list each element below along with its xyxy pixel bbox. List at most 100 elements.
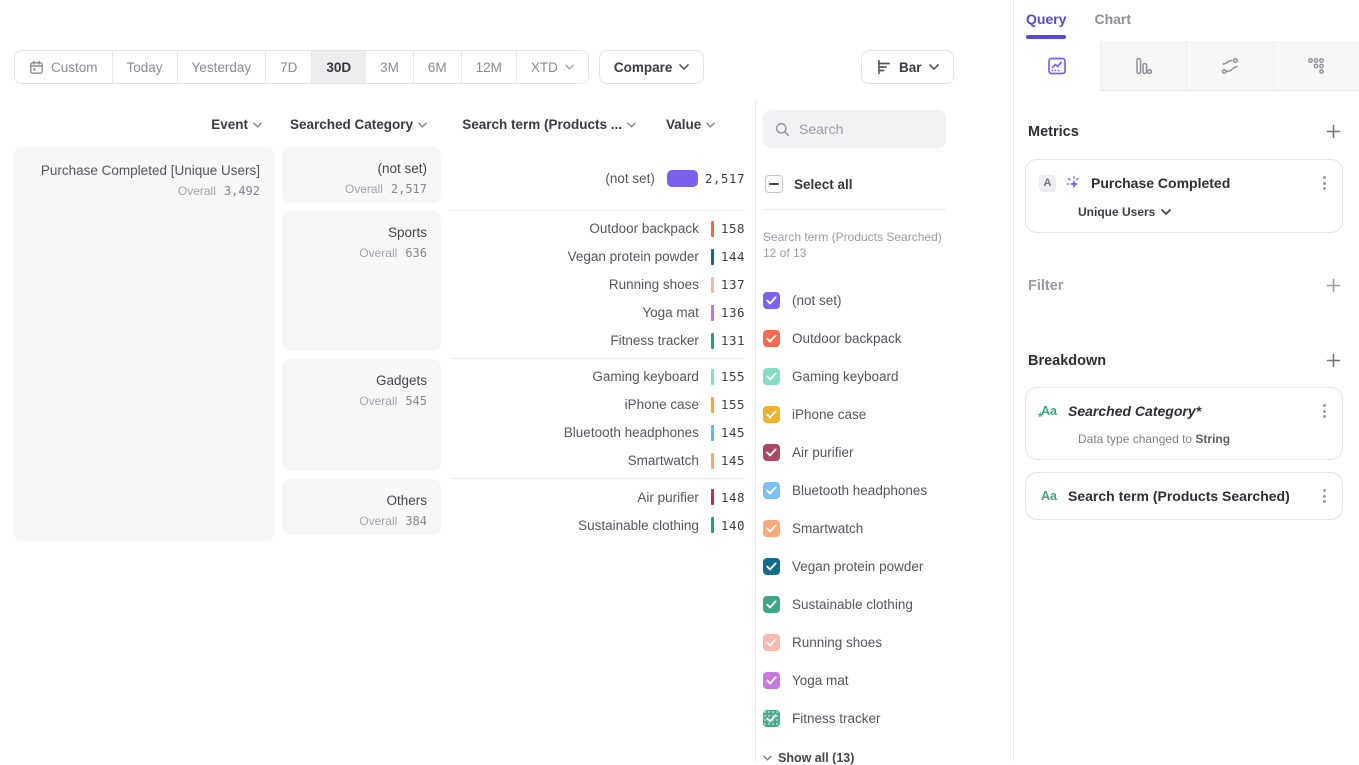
category-cell[interactable]: GadgetsOverall545 — [282, 359, 441, 471]
series-checkbox[interactable] — [763, 634, 780, 651]
breakdown-menu-button[interactable] — [1319, 401, 1330, 421]
term-label: Air purifier — [450, 490, 711, 505]
chevron-down-icon — [565, 64, 574, 70]
series-item[interactable]: Running shoes — [763, 623, 946, 661]
table-row[interactable]: Smartwatch145 — [450, 447, 745, 475]
series-label: Bluetooth headphones — [792, 483, 927, 498]
date-range-today[interactable]: Today — [113, 51, 178, 83]
table-row[interactable]: Air purifier148 — [450, 483, 745, 511]
date-range-12m[interactable]: 12M — [462, 51, 517, 83]
series-checkbox[interactable] — [763, 368, 780, 385]
series-checkbox[interactable] — [763, 444, 780, 461]
term-rows: Air purifier148Sustainable clothing140 — [450, 479, 745, 543]
measure-selector[interactable]: Unique Users — [1078, 205, 1330, 219]
table-row[interactable]: Vegan protein powder144 — [450, 243, 745, 271]
table-row[interactable]: Yoga mat136 — [450, 299, 745, 327]
check-icon — [766, 714, 777, 723]
metric-series-badge: A — [1039, 175, 1056, 192]
column-header-value[interactable]: Value — [666, 117, 715, 132]
value-bar — [711, 277, 714, 293]
breakdown-section-header: Breakdown — [1025, 351, 1343, 370]
date-range-7d[interactable]: 7D — [266, 51, 312, 83]
tab-chart[interactable]: Chart — [1094, 11, 1131, 39]
search-placeholder: Search — [799, 121, 843, 137]
check-icon — [766, 562, 777, 571]
series-checkbox[interactable] — [763, 292, 780, 309]
series-item[interactable]: Fitness tracker — [763, 699, 946, 737]
add-metric-button[interactable] — [1324, 122, 1343, 141]
series-search-input[interactable]: Search — [763, 110, 946, 148]
series-label: Smartwatch — [792, 521, 863, 536]
series-item[interactable]: Smartwatch — [763, 509, 946, 547]
series-checkbox[interactable] — [763, 482, 780, 499]
date-range-label: 3M — [380, 60, 399, 75]
chart-type-button[interactable]: Bar — [861, 50, 954, 84]
tab-flows[interactable] — [1186, 41, 1273, 91]
series-item[interactable]: (not set) — [763, 281, 946, 319]
date-range-6m[interactable]: 6M — [414, 51, 462, 83]
series-item[interactable]: Sustainable clothing — [763, 585, 946, 623]
check-icon — [766, 600, 777, 609]
breakdown-card-search-term[interactable]: Aa Search term (Products Searched) — [1025, 472, 1343, 520]
series-label: (not set) — [792, 293, 842, 308]
date-range-toolbar: CustomTodayYesterday7D30D 3M 6M12MXTD Comp… — [14, 50, 704, 84]
tab-retention[interactable] — [1273, 41, 1359, 91]
category-cell[interactable]: (not set)Overall2,517 — [282, 147, 441, 203]
category-cell[interactable]: OthersOverall384 — [282, 479, 441, 535]
category-name: Sports — [296, 225, 427, 240]
breakdown-menu-button[interactable] — [1319, 486, 1330, 506]
table-row[interactable]: Gaming keyboard155 — [450, 363, 745, 391]
series-label: Gaming keyboard — [792, 369, 899, 384]
series-item[interactable]: iPhone case — [763, 395, 946, 433]
series-item[interactable]: Yoga mat — [763, 661, 946, 699]
tab-funnels[interactable] — [1100, 41, 1187, 91]
compare-button[interactable]: Compare — [599, 50, 705, 84]
series-checkbox[interactable] — [763, 558, 780, 575]
series-checkbox[interactable] — [763, 406, 780, 423]
category-name: (not set) — [296, 161, 427, 176]
metric-menu-button[interactable] — [1319, 173, 1330, 193]
tab-query[interactable]: Query — [1026, 11, 1066, 39]
series-checkbox[interactable] — [763, 520, 780, 537]
table-row[interactable]: Outdoor backpack158 — [450, 215, 745, 243]
event-cell[interactable]: Purchase Completed [Unique Users] Overal… — [14, 147, 274, 541]
add-filter-button[interactable] — [1324, 276, 1343, 295]
table-row[interactable]: Bluetooth headphones145 — [450, 419, 745, 447]
term-label: Outdoor backpack — [450, 221, 711, 236]
series-checkbox[interactable] — [763, 596, 780, 613]
date-range-3m[interactable]: 3M — [366, 51, 414, 83]
table-row[interactable]: Sustainable clothing140 — [450, 511, 745, 539]
series-item[interactable]: Gaming keyboard — [763, 357, 946, 395]
metric-event-name: Purchase Completed — [1091, 175, 1310, 191]
column-header-search-term[interactable]: Search term (Products ... — [440, 117, 636, 132]
series-checkbox[interactable] — [763, 710, 780, 727]
column-header-searched-category[interactable]: Searched Category — [282, 117, 427, 132]
table-row[interactable]: Running shoes137 — [450, 271, 745, 299]
value-bar — [711, 221, 714, 237]
series-item[interactable]: Outdoor backpack — [763, 319, 946, 357]
series-checkbox[interactable] — [763, 672, 780, 689]
table-row[interactable]: (not set)2,517 — [450, 165, 745, 193]
series-item[interactable]: Bluetooth headphones — [763, 471, 946, 509]
category-cell[interactable]: SportsOverall636 — [282, 211, 441, 351]
table-row[interactable]: iPhone case155 — [450, 391, 745, 419]
date-range-yesterday[interactable]: Yesterday — [178, 51, 267, 83]
metric-card[interactable]: A Purchase Completed Unique Users — [1025, 159, 1343, 233]
term-label: Fitness tracker — [450, 333, 711, 348]
breakdown-card-searched-category[interactable]: Aa* Searched Category* Data type changed… — [1025, 387, 1343, 460]
table-row[interactable]: Fitness tracker131 — [450, 327, 745, 355]
column-header-event[interactable]: Event — [14, 117, 262, 132]
select-all-checkbox[interactable]: Select all — [765, 175, 946, 193]
date-range-custom[interactable]: Custom — [15, 51, 113, 83]
category-group: SportsOverall636 Outdoor backpack158Vegan… — [282, 211, 745, 359]
series-item[interactable]: Air purifier — [763, 433, 946, 471]
series-item[interactable]: Vegan protein powder — [763, 547, 946, 585]
date-range-xtd[interactable]: XTD — [517, 51, 588, 83]
show-all-button[interactable]: Show all (13) — [763, 751, 946, 765]
tab-insights[interactable] — [1014, 41, 1100, 91]
series-checkbox[interactable] — [763, 330, 780, 347]
check-icon — [766, 524, 777, 533]
add-breakdown-button[interactable] — [1324, 351, 1343, 370]
date-range-30d[interactable]: 30D — [312, 51, 366, 83]
chevron-down-icon — [253, 122, 262, 128]
